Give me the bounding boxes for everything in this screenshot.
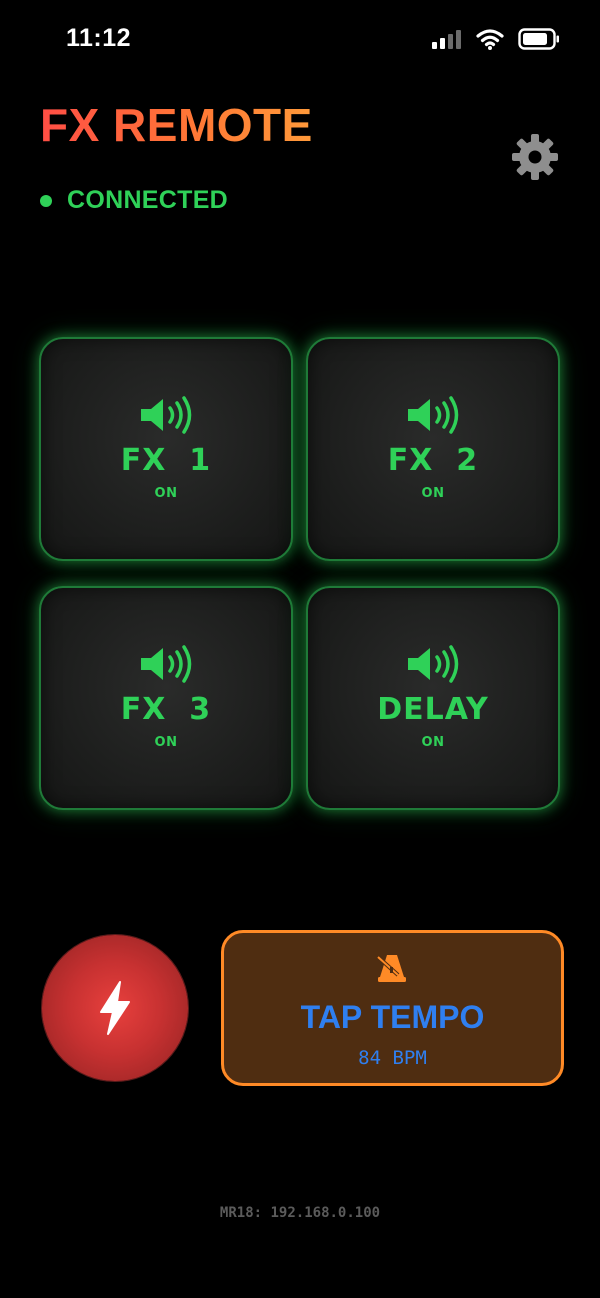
speaker-icon [408,645,459,683]
metronome-icon [376,955,406,982]
fx-pad-3[interactable]: FX 3 ON [39,586,293,810]
tap-tempo-label: TAP TEMPO [300,999,485,1035]
status-icons [432,28,560,50]
app-title: FX REMOTE [40,99,313,151]
speaker-icon [141,645,192,683]
fx-pad-state: ON [154,735,178,750]
speaker-icon [141,396,192,434]
delay-pad[interactable]: DELAY ON [306,586,560,810]
bpm-readout: 84 BPM [358,1047,427,1069]
gear-icon [512,134,558,180]
wifi-icon [476,29,504,50]
bolt-button[interactable] [42,935,188,1081]
fx-pad-state: ON [421,486,445,501]
fx-pad-label: FX 2 [387,443,479,478]
connection-status: CONNECTED [40,186,228,215]
fx-pad-label: DELAY [377,692,489,727]
lightning-icon [100,981,130,1035]
cellular-signal-icon [432,30,461,49]
fx-pad-label: FX 1 [120,443,212,478]
fx-pad-1[interactable]: FX 1 ON [39,337,293,561]
speaker-icon [408,396,459,434]
fx-pad-2[interactable]: FX 2 ON [306,337,560,561]
tap-tempo-button[interactable]: TAP TEMPO 84 BPM [221,930,564,1086]
status-bar: 11:12 [0,0,600,80]
battery-icon [518,28,559,50]
fx-remote-screen: 11:12 FX REMOTE CONNECTED FX 1 ON FX 2 O… [0,0,600,1298]
fx-pad-label: FX 3 [120,692,212,727]
status-time: 11:12 [66,24,132,52]
fx-pad-state: ON [421,735,445,750]
connection-indicator-dot [40,194,52,207]
settings-button[interactable] [510,132,560,182]
device-address: MR18: 192.168.0.100 [219,1205,381,1221]
fx-pad-state: ON [154,486,178,501]
connection-status-label: CONNECTED [67,186,229,214]
